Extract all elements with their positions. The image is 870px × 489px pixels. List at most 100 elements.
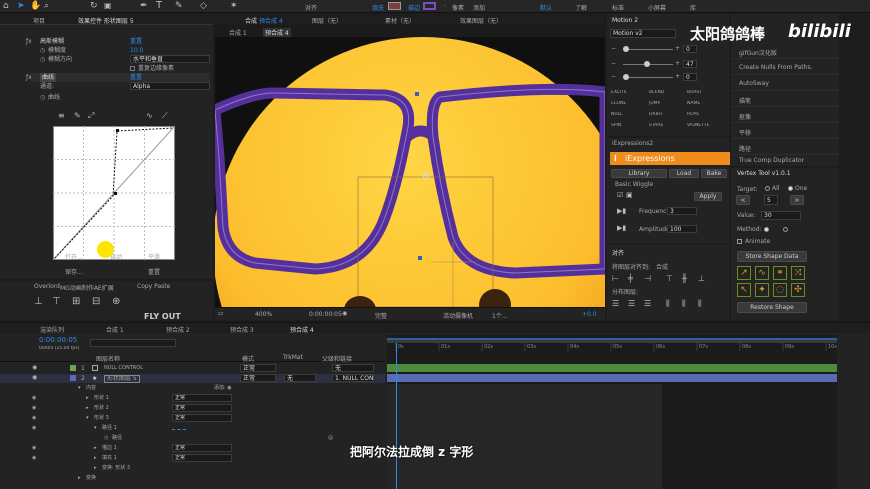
camera-dropdown[interactable]: 活动摄像机 [443, 311, 473, 320]
workspace-learn[interactable]: 了解 [575, 3, 587, 12]
twirl-icon[interactable]: ▾ [78, 384, 81, 393]
tab-copy-paste[interactable]: Copy Paste [137, 283, 170, 290]
time-ruler[interactable]: 0s 01s 02s 03s 04s 05s 06s 07s 08s 09s 10s [387, 341, 837, 355]
fx-reset[interactable]: 重置 [130, 37, 142, 46]
vertex-star-icon[interactable]: ✦ [755, 283, 769, 297]
snapshot-icon[interactable]: ◉ [342, 310, 347, 317]
script-item[interactable]: Create Nulls From Paths. [731, 60, 839, 75]
workspace-standard[interactable]: 标准 [612, 3, 624, 12]
motion-excite-button[interactable]: EXCITE [611, 90, 627, 95]
layer-mode-dropdown[interactable]: 正常 [240, 364, 276, 372]
radio-one[interactable] [788, 186, 793, 191]
restore-shape-button[interactable]: Restore Shape [737, 302, 807, 313]
curve-mode-icon[interactable]: ∿ [146, 111, 153, 120]
views-dropdown[interactable]: 1个... [492, 311, 508, 320]
property-row[interactable]: ▾ 内容 添加: ◉ [0, 384, 385, 393]
motion-null-button[interactable]: NULL [611, 112, 623, 117]
camera-tool-icon[interactable]: ▣ [104, 1, 112, 10]
iexp-apply-button[interactable]: Apply [694, 192, 722, 201]
tab-composition[interactable]: 合成 预合成 4 [245, 16, 283, 25]
align-vcenter-icon[interactable]: ╫ [682, 274, 687, 283]
visibility-icon[interactable]: ◉ [32, 444, 36, 453]
type-tool-icon[interactable]: T [156, 0, 162, 11]
slider-value[interactable]: 0 [683, 45, 697, 53]
vertex-smooth-icon[interactable]: ∿ [755, 266, 769, 280]
keyframe-icon[interactable]: ▶▮ [617, 207, 626, 215]
label-color-icon[interactable] [70, 365, 76, 371]
timeline-timecode[interactable]: 0:00:00:05 [39, 336, 77, 344]
blend-dropdown[interactable]: 正常 [172, 444, 232, 452]
add-label[interactable]: 添加 [473, 3, 485, 12]
tab-effect-controls[interactable]: 效果控件 形状图层 5 [78, 16, 134, 25]
tab-render-queue[interactable]: 渲染队列 [40, 325, 64, 334]
blend-dropdown[interactable]: 正常 [172, 414, 232, 422]
comp-canvas[interactable] [215, 37, 605, 320]
iexp-load-tab[interactable]: Load [669, 169, 699, 178]
distribute-right-icon[interactable]: ⫼ [698, 299, 702, 309]
vertex-round-icon[interactable]: ◌ [773, 283, 787, 297]
visibility-icon[interactable]: ◉ [32, 394, 36, 403]
hand-tool-icon[interactable]: ✋ [30, 1, 41, 11]
motion-slider[interactable]: − + 0 [611, 45, 727, 54]
motion-version-dropdown[interactable]: Motion v2 [610, 29, 676, 38]
plus-box-icon[interactable]: ⊕ [112, 296, 120, 307]
plus-icon[interactable]: + [675, 45, 680, 52]
slider-thumb[interactable] [623, 74, 629, 80]
script-item[interactable]: 平移 [731, 124, 839, 139]
resolution-dropdown[interactable]: 完整 [375, 311, 387, 320]
vertex-move-icon[interactable]: ✣ [791, 283, 805, 297]
zoom-tool-icon[interactable]: ⌕ [44, 1, 49, 11]
fx-row[interactable]: ◷ 模糊度 10.0 [30, 46, 210, 55]
motion-vignette-button[interactable]: VIGNETTE [687, 123, 709, 128]
motion-name-button[interactable]: NAME [687, 101, 700, 106]
vertex-sharp-icon[interactable]: ↖ [737, 283, 751, 297]
fx-row[interactable]: 通道: Alpha [30, 82, 210, 91]
property-row[interactable]: ◉ ▸ 形状 2 正常 [0, 404, 385, 413]
minus-icon[interactable]: − [611, 45, 616, 52]
keyframe-icon[interactable]: ▶▮ [617, 224, 626, 232]
fx-reset[interactable]: 重置 [130, 73, 142, 82]
viewer-timecode[interactable]: 0:00:00:05 [309, 311, 342, 318]
visibility-icon[interactable]: ◉ [32, 414, 36, 423]
expand-icon[interactable]: ⊞ [72, 296, 80, 307]
iexp-library-tab[interactable]: Library [611, 169, 667, 178]
zoom-dropdown[interactable]: 400% [255, 311, 272, 318]
visibility-icon[interactable]: ◉ [32, 424, 36, 433]
align-top-icon[interactable]: ⊤ [52, 296, 61, 307]
property-row[interactable]: ◷ 路径 @ [0, 434, 385, 443]
tab-precomp-2[interactable]: 预合成 2 [166, 325, 190, 334]
motion-clone-button[interactable]: CLONE [611, 101, 626, 106]
twirl-icon[interactable]: ▾ [94, 424, 97, 433]
align-bottom-edge-icon[interactable]: ⊥ [698, 274, 705, 283]
visibility-icon[interactable]: ◉ [32, 404, 36, 413]
layer-parent-dropdown[interactable]: 1. NULL CONTI [332, 374, 374, 382]
layer-name[interactable]: NULL CONTROL [104, 365, 143, 371]
workspace-small-screen[interactable]: 小屏幕 [648, 3, 666, 12]
script-item[interactable]: AutoSway [731, 76, 839, 91]
script-item[interactable]: 路径 [731, 140, 839, 155]
layer-track-bar[interactable] [387, 374, 837, 382]
stroke-value[interactable]: · [444, 3, 446, 10]
script-item[interactable]: True Comp Duplicator [731, 155, 839, 166]
target-prev-button[interactable]: < [736, 195, 750, 205]
motion-slider[interactable]: − + 47 [611, 60, 727, 69]
curve-edit-icon[interactable]: ≡ [58, 111, 65, 120]
property-row[interactable]: ◉ ▸ 描边 1 正常 [0, 444, 385, 453]
distribute-top-icon[interactable]: ☰ [612, 299, 619, 308]
breadcrumb-item[interactable]: 合成 1 [229, 28, 247, 37]
target-value-input[interactable]: 5 [764, 195, 778, 205]
script-item[interactable]: 抠像 [731, 108, 839, 123]
twirl-icon[interactable]: ▾ [86, 414, 89, 423]
minus-icon[interactable]: − [611, 60, 616, 67]
linear-mode-icon[interactable]: ⟋ [162, 111, 168, 121]
distribute-hcenter-icon[interactable]: ⫼ [682, 299, 686, 309]
align-to-dropdown[interactable]: 合成 [656, 262, 668, 271]
home-icon[interactable]: ⌂ [3, 1, 9, 11]
playhead[interactable] [396, 341, 397, 489]
tab-layer[interactable]: 图层（无） [312, 16, 342, 25]
brush-tool-icon[interactable]: ✎ [175, 1, 183, 11]
exposure-value[interactable]: +0.0 [582, 311, 597, 318]
timeline-track-area[interactable]: 0s 01s 02s 03s 04s 05s 06s 07s 08s 09s 10s [387, 335, 837, 489]
iexp-bake-tab[interactable]: Bake [701, 169, 727, 178]
tab-project[interactable]: 项目 [33, 16, 45, 25]
